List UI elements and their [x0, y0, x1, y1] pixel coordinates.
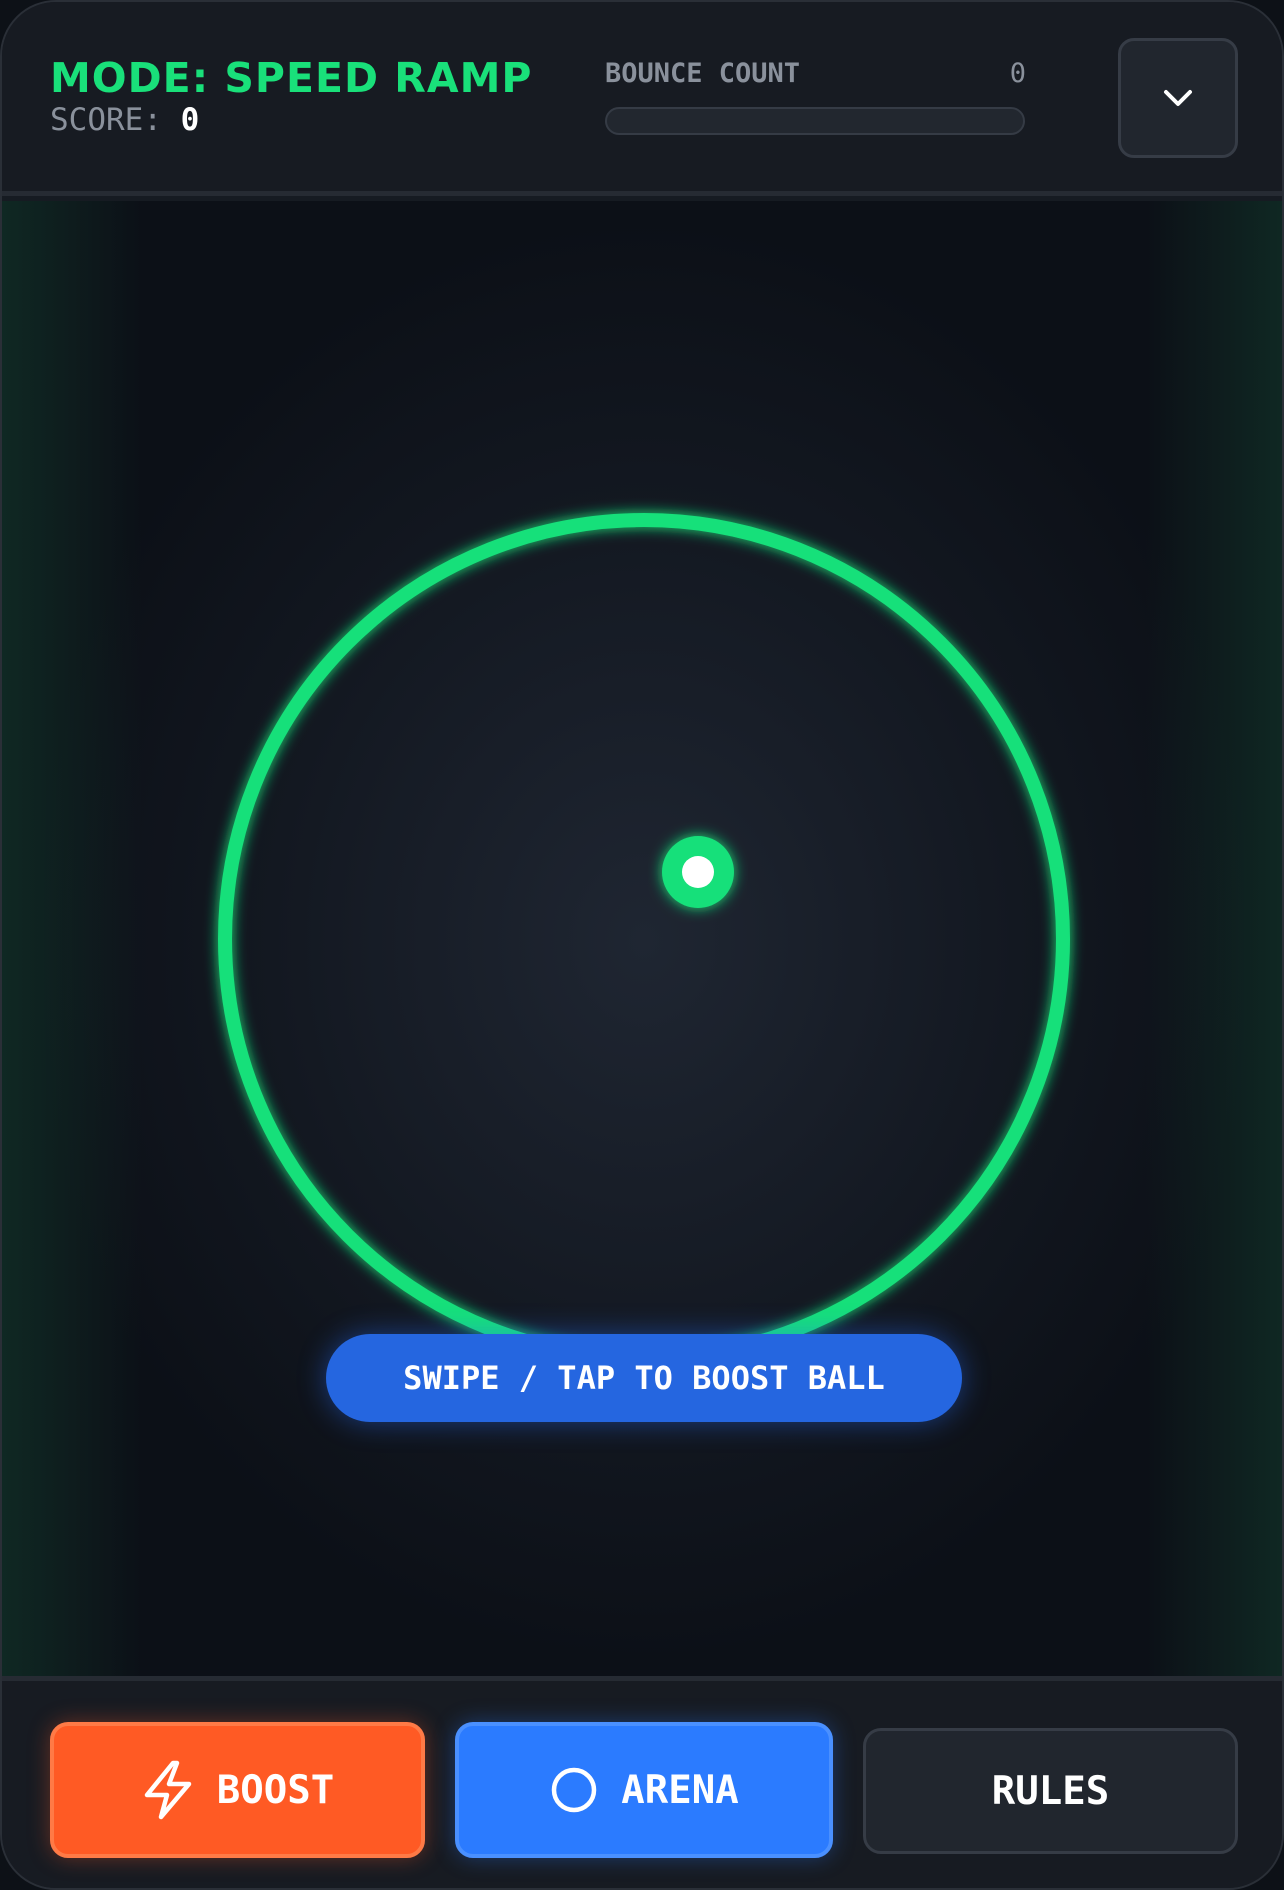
bounce-count-value: 0	[1009, 58, 1026, 89]
controls-footer: BOOST ARENA RULES	[2, 1676, 1282, 1888]
chevron-down-icon	[1164, 90, 1192, 106]
circle-icon	[552, 1767, 597, 1813]
arena-button[interactable]: ARENA	[455, 1722, 833, 1858]
score-display: SCORE: 0	[50, 102, 199, 138]
bounce-count-label: BOUNCE COUNT	[605, 58, 801, 89]
game-frame: MODE: SPEED RAMP SCORE: 0 BOUNCE COUNT 0	[0, 0, 1284, 1890]
bounce-progress-bar	[605, 107, 1025, 135]
arena-button-label: ARENA	[621, 1767, 739, 1813]
score-label: SCORE:	[50, 102, 162, 138]
score-value: 0	[180, 102, 200, 138]
lightning-icon	[144, 1760, 192, 1820]
mode-title: MODE: SPEED RAMP	[50, 54, 533, 102]
menu-dropdown-button[interactable]	[1118, 38, 1238, 158]
game-arena[interactable]: SWIPE / TAP TO BOOST BALL	[2, 201, 1282, 1676]
ball	[662, 836, 734, 908]
rules-button[interactable]: RULES	[863, 1728, 1238, 1854]
boost-hint-banner[interactable]: SWIPE / TAP TO BOOST BALL	[326, 1334, 962, 1422]
boost-button-label: BOOST	[216, 1767, 335, 1813]
arena-canvas	[218, 513, 1070, 1365]
rules-button-label: RULES	[991, 1768, 1110, 1814]
boost-button[interactable]: BOOST	[50, 1722, 425, 1858]
hud-header: MODE: SPEED RAMP SCORE: 0 BOUNCE COUNT 0	[2, 2, 1282, 196]
arena-ring	[218, 513, 1070, 1365]
